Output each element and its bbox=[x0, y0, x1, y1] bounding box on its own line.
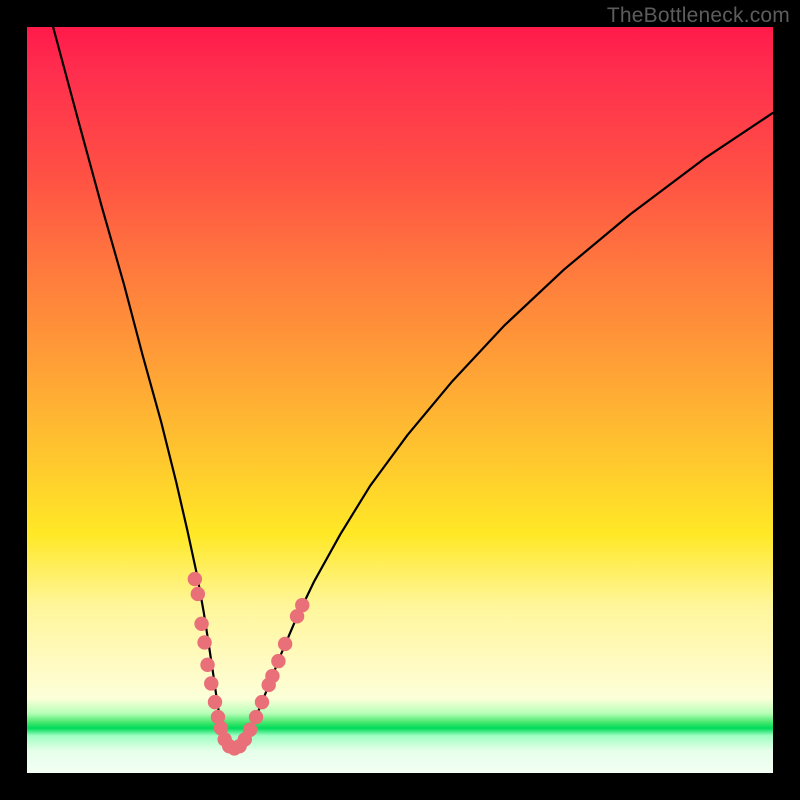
data-marker bbox=[295, 598, 309, 612]
data-marker bbox=[271, 654, 285, 668]
data-marker bbox=[249, 710, 263, 724]
data-marker bbox=[194, 617, 208, 631]
bottleneck-curve-svg bbox=[27, 27, 773, 773]
watermark-text: TheBottleneck.com bbox=[607, 4, 790, 28]
data-marker bbox=[278, 637, 292, 651]
plot-area bbox=[27, 27, 773, 773]
chart-frame: TheBottleneck.com bbox=[0, 0, 800, 800]
data-marker bbox=[197, 635, 211, 649]
data-marker bbox=[208, 695, 222, 709]
data-marker bbox=[265, 669, 279, 683]
bottleneck-curve bbox=[53, 27, 773, 750]
data-marker bbox=[200, 658, 214, 672]
data-marker bbox=[191, 587, 205, 601]
data-marker bbox=[243, 723, 257, 737]
data-marker bbox=[188, 572, 202, 586]
data-markers bbox=[188, 572, 310, 756]
data-marker bbox=[255, 695, 269, 709]
data-marker bbox=[204, 676, 218, 690]
